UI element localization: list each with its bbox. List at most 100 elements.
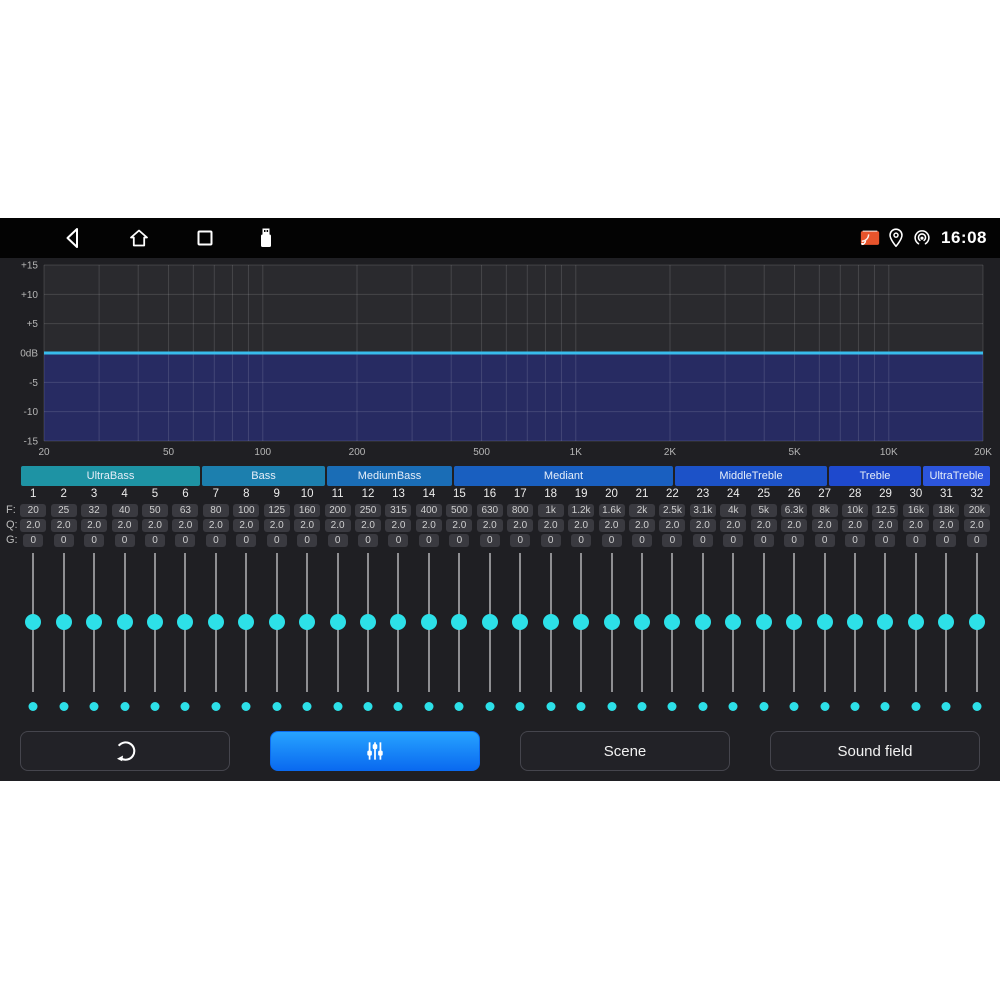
gain-slider[interactable] <box>901 548 931 716</box>
gain-slider[interactable] <box>475 548 505 716</box>
gain-value-chip: 0 <box>754 534 774 547</box>
eq-channel-column: 266.3k2.00 <box>779 486 809 716</box>
gain-slider[interactable] <box>535 548 565 716</box>
slider-knob[interactable] <box>756 614 772 630</box>
gain-slider[interactable] <box>718 548 748 716</box>
slider-knob[interactable] <box>512 614 528 630</box>
gain-slider[interactable] <box>870 548 900 716</box>
slider-knob[interactable] <box>299 614 315 630</box>
slider-knob[interactable] <box>695 614 711 630</box>
gain-value-chip: 0 <box>936 534 956 547</box>
slider-knob[interactable] <box>147 614 163 630</box>
slider-dot <box>759 702 768 711</box>
recents-icon[interactable] <box>193 226 217 250</box>
eq-button[interactable] <box>270 731 480 771</box>
back-icon[interactable] <box>61 226 85 250</box>
gain-slider[interactable] <box>383 548 413 716</box>
q-value-chip: 2.0 <box>629 519 655 532</box>
freq-value-chip: 32 <box>81 504 107 517</box>
gain-slider[interactable] <box>353 548 383 716</box>
gain-slider[interactable] <box>231 548 261 716</box>
slider-knob[interactable] <box>817 614 833 630</box>
slider-knob[interactable] <box>269 614 285 630</box>
slider-knob[interactable] <box>847 614 863 630</box>
gain-slider[interactable] <box>931 548 961 716</box>
slider-dot <box>668 702 677 711</box>
gain-slider[interactable] <box>170 548 200 716</box>
gain-slider[interactable] <box>627 548 657 716</box>
gain-slider[interactable] <box>566 548 596 716</box>
slider-knob[interactable] <box>117 614 133 630</box>
q-value-chip: 2.0 <box>933 519 959 532</box>
gain-slider[interactable] <box>779 548 809 716</box>
gain-slider[interactable] <box>79 548 109 716</box>
channel-number: 17 <box>514 486 527 503</box>
band-segment-treble: Treble <box>829 466 921 486</box>
scene-button[interactable]: Scene <box>520 731 730 771</box>
gain-slider[interactable] <box>201 548 231 716</box>
gain-slider[interactable] <box>749 548 779 716</box>
eq-channel-column: 222.5k2.00 <box>657 486 687 716</box>
gain-slider[interactable] <box>18 548 48 716</box>
sound-field-button[interactable]: Sound field <box>770 731 980 771</box>
eq-channel-column: 166302.00 <box>475 486 505 716</box>
slider-knob[interactable] <box>786 614 802 630</box>
slider-knob[interactable] <box>238 614 254 630</box>
gain-slider[interactable] <box>840 548 870 716</box>
gain-slider[interactable] <box>505 548 535 716</box>
eq-channel-column: 5502.00 <box>140 486 170 716</box>
slider-knob[interactable] <box>451 614 467 630</box>
slider-knob[interactable] <box>908 614 924 630</box>
gain-slider[interactable] <box>140 548 170 716</box>
gain-slider[interactable] <box>48 548 78 716</box>
slider-knob[interactable] <box>634 614 650 630</box>
reset-button[interactable] <box>20 731 230 771</box>
slider-knob[interactable] <box>208 614 224 630</box>
slider-knob[interactable] <box>604 614 620 630</box>
channel-number: 12 <box>362 486 375 503</box>
slider-dot <box>303 702 312 711</box>
slider-knob[interactable] <box>573 614 589 630</box>
gain-slider[interactable] <box>444 548 474 716</box>
slider-knob[interactable] <box>969 614 985 630</box>
freq-value-chip: 20k <box>964 504 990 517</box>
slider-knob[interactable] <box>86 614 102 630</box>
q-value-chip: 2.0 <box>903 519 929 532</box>
freq-value-chip: 2.5k <box>659 504 685 517</box>
slider-knob[interactable] <box>664 614 680 630</box>
freq-value-chip: 500 <box>446 504 472 517</box>
slider-knob[interactable] <box>177 614 193 630</box>
gain-slider[interactable] <box>657 548 687 716</box>
gain-slider[interactable] <box>809 548 839 716</box>
gain-value-chip: 0 <box>784 534 804 547</box>
eq-channel-column: 7802.00 <box>201 486 231 716</box>
slider-dot <box>211 702 220 711</box>
slider-knob[interactable] <box>877 614 893 630</box>
gain-slider[interactable] <box>262 548 292 716</box>
gain-slider[interactable] <box>109 548 139 716</box>
gain-slider[interactable] <box>322 548 352 716</box>
q-value-chip: 2.0 <box>416 519 442 532</box>
slider-knob[interactable] <box>938 614 954 630</box>
gain-slider[interactable] <box>688 548 718 716</box>
gain-value-chip: 0 <box>510 534 530 547</box>
gain-slider[interactable] <box>962 548 992 716</box>
slider-knob[interactable] <box>725 614 741 630</box>
slider-knob[interactable] <box>482 614 498 630</box>
home-icon[interactable] <box>127 226 151 250</box>
q-value-chip: 2.0 <box>51 519 77 532</box>
gain-slider[interactable] <box>414 548 444 716</box>
q-value-chip: 2.0 <box>142 519 168 532</box>
slider-knob[interactable] <box>56 614 72 630</box>
slider-knob[interactable] <box>25 614 41 630</box>
gain-slider[interactable] <box>292 548 322 716</box>
slider-knob[interactable] <box>543 614 559 630</box>
slider-knob[interactable] <box>330 614 346 630</box>
slider-knob[interactable] <box>421 614 437 630</box>
gain-slider[interactable] <box>596 548 626 716</box>
slider-knob[interactable] <box>390 614 406 630</box>
gain-row-label: G: <box>6 533 18 548</box>
q-value-chip: 2.0 <box>751 519 777 532</box>
slider-knob[interactable] <box>360 614 376 630</box>
q-value-chip: 2.0 <box>203 519 229 532</box>
